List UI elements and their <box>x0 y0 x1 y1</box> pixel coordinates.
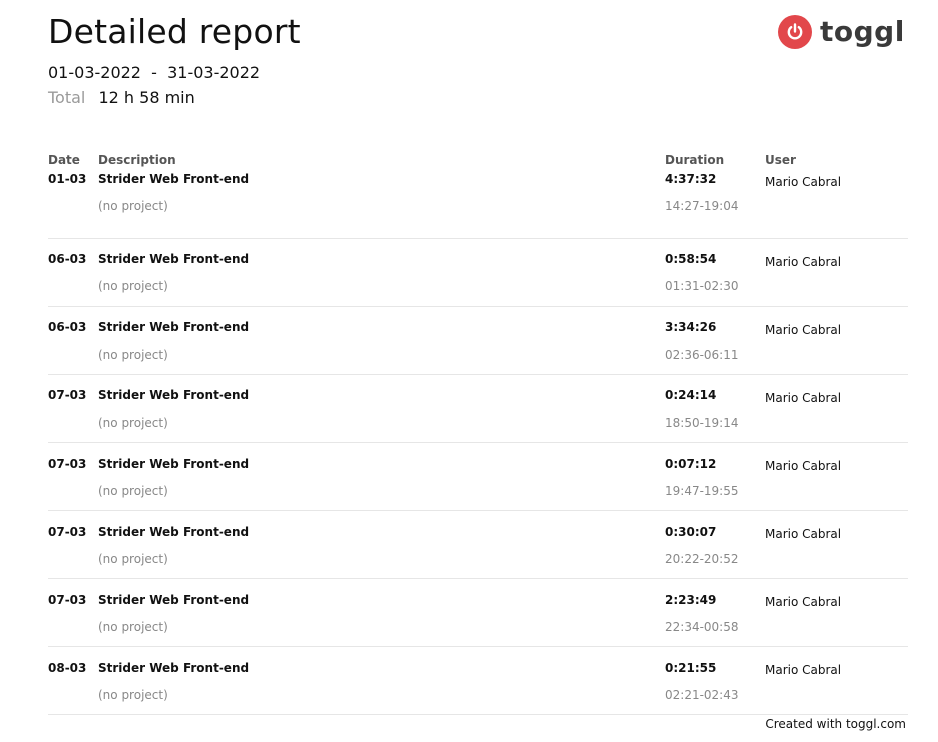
entry-duration: 0:07:12 <box>665 457 717 471</box>
entry-description: Strider Web Front-end <box>98 172 250 186</box>
table-row: 06-03 Strider Web Front-end (no project)… <box>48 239 908 307</box>
entry-user: Mario Cabral <box>765 391 842 405</box>
entry-project: (no project) <box>98 688 168 702</box>
table-row: 07-03 Strider Web Front-end (no project)… <box>48 443 908 511</box>
entry-date: 07-03 <box>48 525 87 539</box>
report-title: Detailed report <box>48 12 301 51</box>
table-row: 07-03 Strider Web Front-end (no project)… <box>48 579 908 647</box>
entry-time-range: 19:47-19:55 <box>665 484 739 498</box>
total-summary: Total 12 h 58 min <box>48 88 195 107</box>
column-header-description: Description <box>98 153 176 167</box>
footer-credit: Created with toggl.com <box>765 717 906 731</box>
entry-time-range: 20:22-20:52 <box>665 552 739 566</box>
entry-date: 06-03 <box>48 320 87 334</box>
entry-date: 07-03 <box>48 457 87 471</box>
entry-time-range: 14:27-19:04 <box>665 199 739 213</box>
table-header: Date Description Duration User <box>48 153 908 169</box>
toggl-logo: toggl <box>778 14 905 50</box>
entry-user: Mario Cabral <box>765 527 842 541</box>
column-header-date: Date <box>48 153 80 167</box>
logo-wordmark: toggl <box>820 15 905 48</box>
time-entries-table: 01-03 Strider Web Front-end (no project)… <box>48 172 908 715</box>
table-row: 06-03 Strider Web Front-end (no project)… <box>48 307 908 375</box>
entry-description: Strider Web Front-end <box>98 525 250 539</box>
entry-description: Strider Web Front-end <box>98 457 250 471</box>
entry-duration: 4:37:32 <box>665 172 717 186</box>
entry-duration: 0:30:07 <box>665 525 717 539</box>
entry-project: (no project) <box>98 416 168 430</box>
entry-time-range: 18:50-19:14 <box>665 416 739 430</box>
entry-project: (no project) <box>98 620 168 634</box>
entry-duration: 0:24:14 <box>665 388 717 402</box>
entry-date: 08-03 <box>48 661 87 675</box>
entry-user: Mario Cabral <box>765 459 842 473</box>
entry-description: Strider Web Front-end <box>98 661 250 675</box>
entry-user: Mario Cabral <box>765 255 842 269</box>
entry-user: Mario Cabral <box>765 323 842 337</box>
entry-time-range: 02:36-06:11 <box>665 348 739 362</box>
entry-project: (no project) <box>98 552 168 566</box>
entry-project: (no project) <box>98 348 168 362</box>
entry-description: Strider Web Front-end <box>98 593 250 607</box>
entry-duration: 0:21:55 <box>665 661 717 675</box>
entry-duration: 2:23:49 <box>665 593 717 607</box>
entry-duration: 3:34:26 <box>665 320 717 334</box>
entry-time-range: 01:31-02:30 <box>665 279 739 293</box>
table-row: 08-03 Strider Web Front-end (no project)… <box>48 647 908 715</box>
entry-user: Mario Cabral <box>765 595 842 609</box>
entry-description: Strider Web Front-end <box>98 388 250 402</box>
total-label: Total <box>48 88 86 107</box>
table-row: 01-03 Strider Web Front-end (no project)… <box>48 172 908 239</box>
entry-project: (no project) <box>98 484 168 498</box>
entry-user: Mario Cabral <box>765 175 842 189</box>
entry-description: Strider Web Front-end <box>98 320 250 334</box>
table-row: 07-03 Strider Web Front-end (no project)… <box>48 511 908 579</box>
entry-date: 01-03 <box>48 172 87 186</box>
entry-project: (no project) <box>98 199 168 213</box>
entry-date: 07-03 <box>48 593 87 607</box>
power-icon <box>778 15 812 49</box>
entry-date: 07-03 <box>48 388 87 402</box>
table-row: 07-03 Strider Web Front-end (no project)… <box>48 375 908 443</box>
entry-duration: 0:58:54 <box>665 252 717 266</box>
entry-time-range: 22:34-00:58 <box>665 620 739 634</box>
entry-description: Strider Web Front-end <box>98 252 250 266</box>
entry-time-range: 02:21-02:43 <box>665 688 739 702</box>
entry-date: 06-03 <box>48 252 87 266</box>
date-range: 01-03-2022 - 31-03-2022 <box>48 63 261 82</box>
column-header-user: User <box>765 153 796 167</box>
entry-user: Mario Cabral <box>765 663 842 677</box>
entry-project: (no project) <box>98 279 168 293</box>
total-value: 12 h 58 min <box>98 88 195 107</box>
column-header-duration: Duration <box>665 153 725 167</box>
